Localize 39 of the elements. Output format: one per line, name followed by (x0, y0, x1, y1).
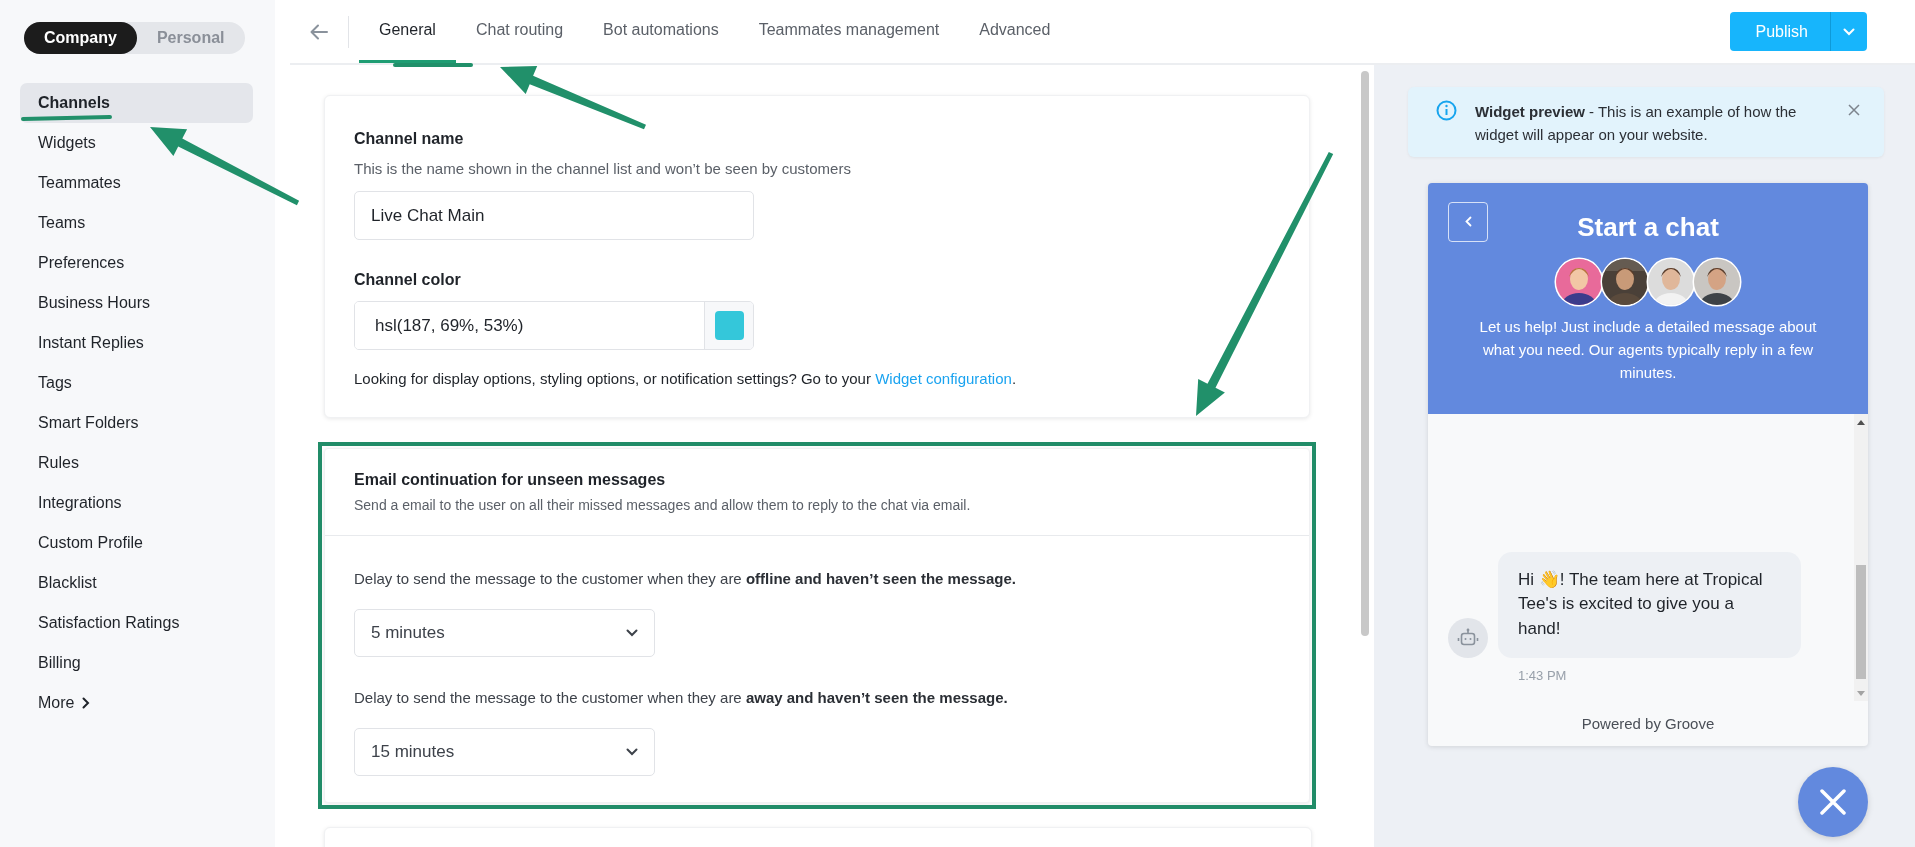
delay-description: Delay to send the message to the customer when they are offline and haven’t seen the message. (354, 570, 1017, 587)
widget-title: Start a chat (1577, 211, 1719, 243)
message-time: 1:43 PM (1518, 667, 1568, 683)
sidebar-item[interactable]: Billing (20, 643, 253, 683)
field-label: Channel color (354, 271, 462, 289)
powered-by-text: Powered by Groove (1580, 713, 1716, 734)
settings-tab[interactable]: Chat routing (455, 0, 584, 63)
section-title: Email continuation for unseen messages (354, 471, 667, 489)
field-label: Channel name (354, 130, 465, 148)
account-toggle-option[interactable]: Company (24, 22, 137, 54)
sidebar-item[interactable]: Widgets (20, 123, 253, 163)
widget-intro: Let us help! Just include a detailed message about what you need. Our agents typically reply in a few minutes. (1478, 316, 1818, 383)
sidebar-item[interactable]: Tags (20, 363, 253, 403)
sidebar-item[interactable]: Satisfaction Ratings (20, 603, 253, 643)
channel-name-field[interactable]: Live Chat Main (354, 191, 754, 240)
sidebar-item[interactable]: Preferences (20, 243, 253, 283)
sidebar-item[interactable]: Teams (20, 203, 253, 243)
help-text: Looking for display options, styling options, or notification settings? Go to your Widget configuration. (354, 370, 1018, 387)
settings-tab[interactable]: Bot automations (583, 0, 739, 63)
sidebar-item[interactable]: Channels (20, 83, 253, 123)
sidebar-item[interactable]: More (20, 683, 253, 723)
settings-tab[interactable]: Teammates management (738, 0, 960, 63)
sidebar-item[interactable]: Smart Folders (20, 403, 253, 443)
notice-text: Widget preview - This is an example of how the widget will appear on your website. (1475, 102, 1798, 146)
sidebar-item[interactable]: Integrations (20, 483, 253, 523)
delay-description: Delay to send the message to the customer when they are away and haven’t seen the message. (354, 689, 1009, 706)
channel-color-field[interactable]: hsl(187, 69%, 53%) (354, 301, 754, 350)
sidebar-item[interactable]: Rules (20, 443, 253, 483)
section-description: Send a email to the user on all their missed messages and allow them to reply to the chat via email. (354, 497, 972, 513)
sidebar-item[interactable]: Blacklist (20, 563, 253, 603)
sidebar-item[interactable]: Custom Profile (20, 523, 253, 563)
sidebar-item[interactable]: Business Hours (20, 283, 253, 323)
chat-message: Hi 👋! The team here at Tropical Tee's is excited to give you a hand! (1498, 551, 1801, 658)
field-hint: This is the name shown in the channel list and won’t be seen by customers (354, 160, 852, 177)
delay-dropdown[interactable]: 15 minutes (354, 728, 655, 776)
sidebar-item[interactable]: Teammates (20, 163, 253, 203)
sidebar-item[interactable]: Instant Replies (20, 323, 253, 363)
settings-tab[interactable]: Advanced (959, 0, 1071, 63)
delay-dropdown[interactable]: 5 minutes (354, 609, 655, 657)
